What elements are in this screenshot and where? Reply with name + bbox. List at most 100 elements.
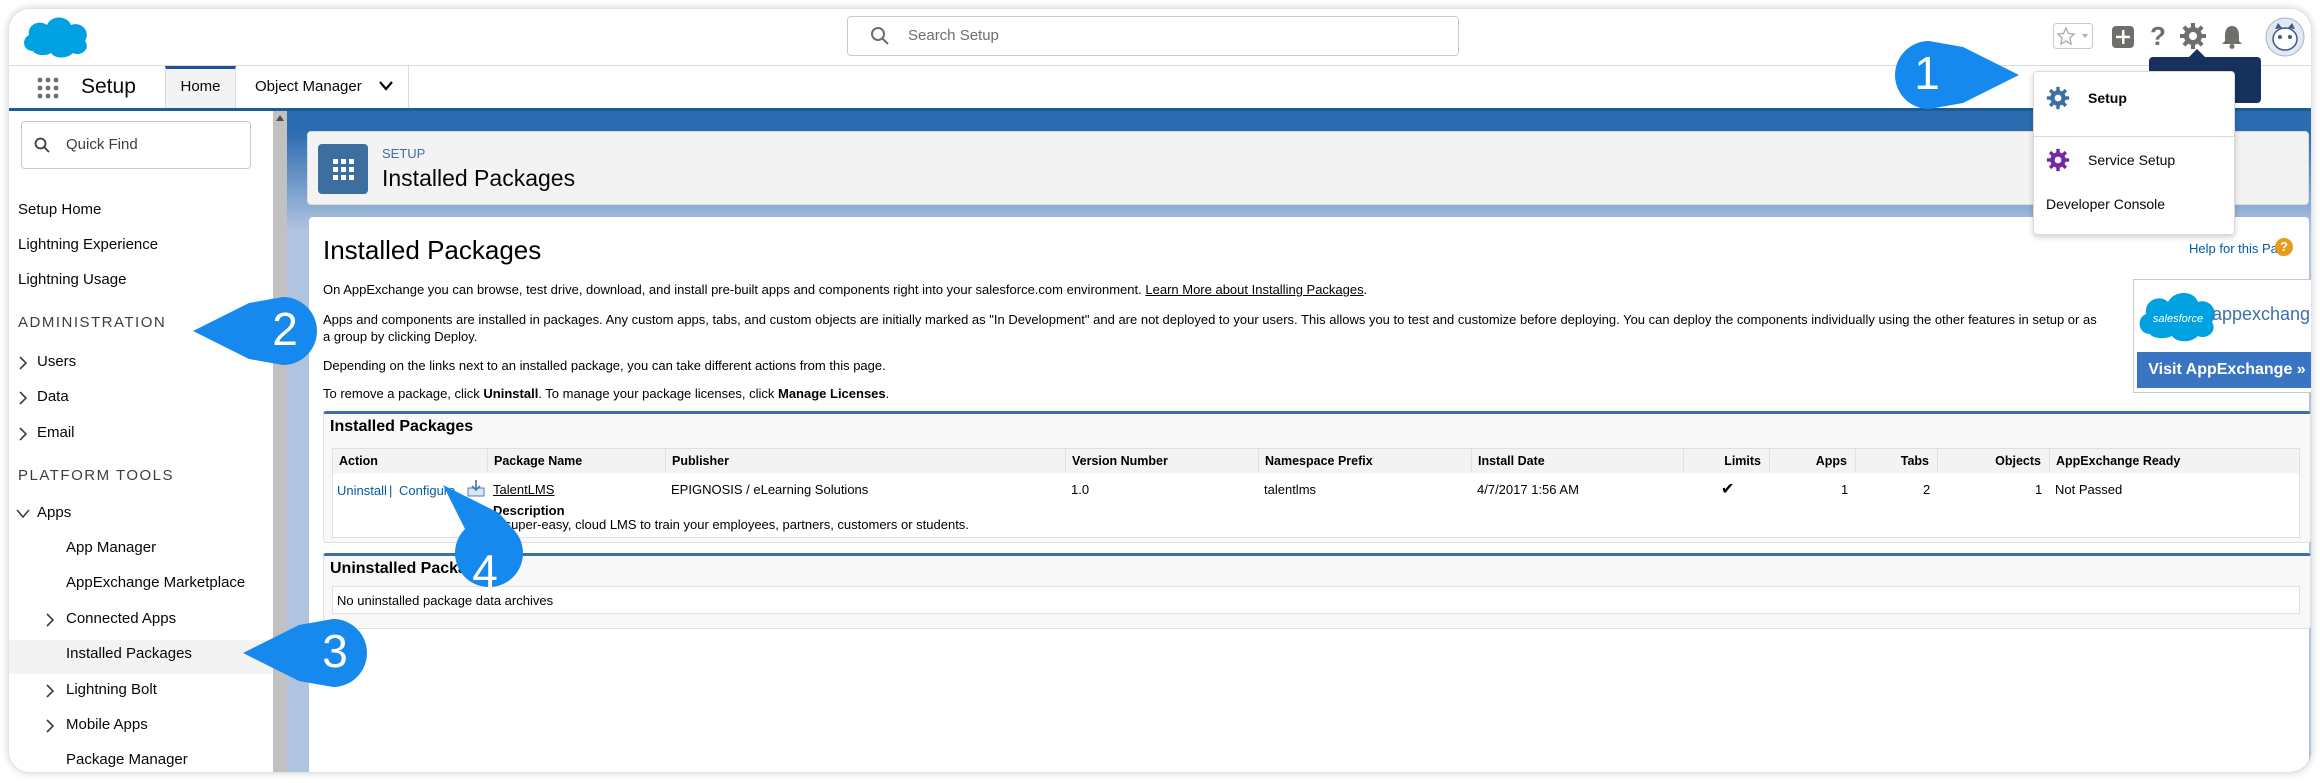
quick-find-placeholder: Quick Find — [66, 136, 138, 153]
sidebar-item-appexchange-marketplace[interactable]: AppExchange Marketplace — [66, 574, 245, 591]
tabs-value: 2 — [1923, 482, 1931, 497]
apps-value: 1 — [1841, 482, 1849, 497]
uninstalled-packages-table: No uninstalled package data archives — [332, 586, 2300, 614]
scroll-up-arrow-icon[interactable] — [276, 115, 284, 121]
installed-packages-title: Installed Packages — [330, 418, 474, 435]
menu-item-setup[interactable]: Setup — [2034, 72, 2234, 122]
menu-item-service-setup[interactable]: Service Setup — [2034, 140, 2234, 180]
sidebar-item-package-manager[interactable]: Package Manager — [66, 751, 188, 768]
sidebar-heading-administration: ADMINISTRATION — [18, 314, 167, 331]
publisher-value: EPIGNOSIS / eLearning Solutions — [671, 482, 869, 497]
appexchange-banner[interactable]: salesforce appexchange Visit AppExchange… — [2133, 279, 2312, 393]
sidebar-item-app-manager[interactable]: App Manager — [66, 539, 156, 556]
search-icon — [34, 137, 50, 153]
sidebar-item-installed-packages[interactable]: Installed Packages — [66, 645, 192, 662]
favorites-star-icon[interactable] — [2053, 23, 2093, 49]
search-setup-input[interactable]: Search Setup — [847, 16, 1459, 56]
sidebar-item-apps[interactable]: Apps — [37, 504, 71, 521]
search-icon — [871, 27, 889, 45]
help-question-icon[interactable]: ? — [2275, 238, 2293, 256]
sidebar-item-setup-home[interactable]: Setup Home — [18, 201, 101, 218]
grid-icon — [333, 159, 354, 180]
search-placeholder: Search Setup — [908, 27, 999, 44]
tab-object-manager-label: Object Manager — [255, 78, 362, 95]
quick-find-input[interactable]: Quick Find — [21, 121, 251, 169]
col-package-name: Package Name — [487, 449, 665, 473]
col-publisher: Publisher — [665, 449, 1065, 473]
main-content-area: SETUP Installed Packages Installed Packa… — [287, 111, 2311, 772]
chevron-right-icon[interactable] — [18, 391, 28, 405]
app-launcher-icon[interactable] — [37, 77, 59, 99]
menu-item-developer-console[interactable]: Developer Console — [2046, 196, 2165, 212]
sidebar-item-users[interactable]: Users — [37, 353, 76, 370]
intro-paragraph: On AppExchange you can browse, test driv… — [323, 282, 1368, 297]
callout-3: 3 — [243, 619, 367, 687]
visit-appexchange-button[interactable]: Visit AppExchange » — [2137, 352, 2311, 388]
col-tabs: Tabs — [1855, 449, 1937, 473]
app-window: Search Setup ? Setup Home Object Manager… — [8, 8, 2312, 773]
sidebar-item-lightning-bolt[interactable]: Lightning Bolt — [66, 681, 157, 698]
help-icon[interactable]: ? — [2147, 23, 2169, 51]
service-gear-icon — [2046, 148, 2070, 172]
sidebar-item-lightning-usage[interactable]: Lightning Usage — [18, 271, 126, 288]
setup-gear-menu: Setup Service Setup Developer Console — [2033, 71, 2235, 235]
callout-2: 2 — [193, 297, 317, 365]
packages-paragraph: Apps and components are installed in pac… — [323, 312, 2097, 344]
chevron-right-icon[interactable] — [18, 356, 28, 370]
sidebar-item-lightning-experience[interactable]: Lightning Experience — [18, 236, 158, 253]
sidebar-item-email[interactable]: Email — [37, 424, 75, 441]
remove-paragraph: To remove a package, click Uninstall. To… — [323, 386, 890, 401]
svg-text:?: ? — [2150, 23, 2166, 51]
appexchange-logo-text: salesforce — [2153, 313, 2203, 325]
notifications-bell-icon[interactable] — [2221, 24, 2243, 50]
col-action: Action — [333, 449, 487, 473]
version-value: 1.0 — [1071, 482, 1090, 497]
setup-gear-icon — [2046, 86, 2070, 110]
limits-check-icon: ✔ — [1721, 481, 1735, 498]
menu-item-service-setup-label: Service Setup — [2088, 152, 2176, 168]
appexchange-ready-value: Not Passed — [2055, 482, 2123, 497]
col-namespace-prefix: Namespace Prefix — [1258, 449, 1471, 473]
installed-packages-section: Installed Packages Action Package Name P… — [323, 411, 2311, 543]
app-name: Setup — [81, 75, 136, 98]
action-separator: | — [389, 483, 393, 498]
tab-home[interactable]: Home — [165, 66, 236, 108]
content-title: Installed Packages — [323, 235, 542, 265]
salesforce-logo[interactable] — [21, 13, 91, 59]
col-limits: Limits — [1683, 449, 1769, 473]
objects-value: 1 — [2035, 482, 2043, 497]
chevron-right-icon[interactable] — [45, 719, 55, 733]
sidebar-item-connected-apps[interactable]: Connected Apps — [66, 610, 176, 627]
appexchange-brand: appexchange — [2212, 304, 2312, 324]
install-date-value: 4/7/2017 1:56 AM — [1477, 482, 1579, 497]
installed-packages-table: Action Package Name Publisher Version Nu… — [332, 448, 2300, 538]
learn-more-link[interactable]: Learn More about Installing Packages — [1145, 282, 1363, 297]
col-install-date: Install Date — [1471, 449, 1683, 473]
col-objects: Objects — [1937, 449, 2049, 473]
breadcrumb[interactable]: SETUP — [382, 146, 425, 161]
user-avatar[interactable] — [2265, 17, 2305, 57]
namespace-value: talentlms — [1264, 482, 1317, 497]
col-apps: Apps — [1769, 449, 1855, 473]
uninstall-link[interactable]: Uninstall — [337, 483, 387, 498]
description-value: A super-easy, cloud LMS to train your em… — [493, 517, 969, 532]
sidebar-item-mobile-apps[interactable]: Mobile Apps — [66, 716, 148, 733]
setup-page-icon — [318, 144, 368, 194]
chevron-down-icon[interactable] — [379, 81, 393, 91]
menu-item-setup-label: Setup — [2088, 90, 2127, 106]
svg-text:1: 1 — [1914, 47, 1940, 99]
global-actions-add-icon[interactable] — [2111, 25, 2135, 49]
sidebar-item-data[interactable]: Data — [37, 388, 69, 405]
col-appexchange-ready: AppExchange Ready — [2049, 449, 2299, 473]
tab-object-manager[interactable]: Object Manager — [239, 66, 409, 108]
chevron-right-icon[interactable] — [18, 427, 28, 441]
sidebar-heading-platform-tools: PLATFORM TOOLS — [18, 467, 175, 484]
uninstalled-packages-section: Uninstalled Packages No uninstalled pack… — [323, 553, 2311, 629]
callout-1: 1 — [1895, 41, 2019, 109]
chevron-right-icon[interactable] — [45, 684, 55, 698]
page-header: SETUP Installed Packages — [307, 131, 2309, 205]
chevron-right-icon[interactable] — [45, 613, 55, 627]
svg-text:3: 3 — [322, 625, 348, 677]
setup-gear-icon[interactable] — [2179, 22, 2207, 50]
chevron-down-icon[interactable] — [16, 509, 30, 519]
